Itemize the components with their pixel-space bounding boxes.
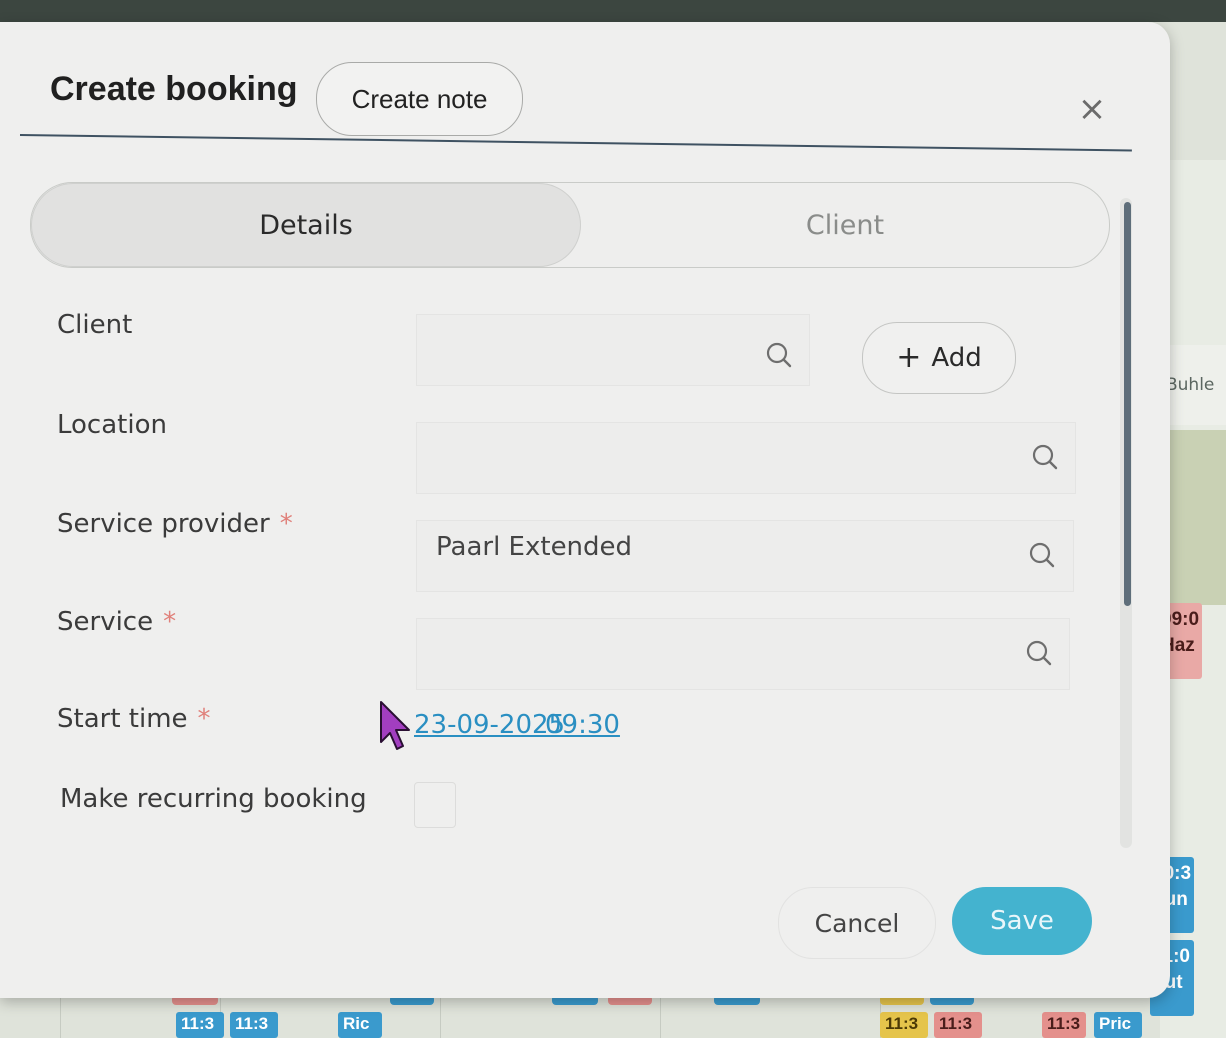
calendar-appointment-chip[interactable]: 11:3 (934, 1012, 982, 1038)
search-icon[interactable] (1024, 638, 1054, 668)
create-note-button[interactable]: Create note (316, 62, 523, 136)
search-icon[interactable] (1027, 540, 1057, 570)
search-icon[interactable] (1030, 442, 1060, 472)
service-label: Service * (57, 607, 176, 637)
create-booking-dialog: Create booking Create note × Details Cli… (0, 22, 1170, 998)
close-icon[interactable]: × (1075, 92, 1109, 126)
calendar-appointment-chip[interactable]: Ric (338, 1012, 382, 1038)
tab-details[interactable]: Details (31, 183, 581, 267)
required-mark: * (197, 704, 211, 734)
required-mark: * (279, 509, 293, 539)
start-time-link[interactable]: 09:30 (545, 710, 620, 740)
start-time-label-text: Start time (57, 704, 188, 734)
calendar-appointment-chip[interactable]: 11:3 (880, 1012, 928, 1038)
service-provider-value: Paarl Extended (436, 532, 633, 562)
required-mark: * (163, 607, 177, 637)
client-label: Client (57, 310, 133, 340)
location-search-input[interactable] (416, 422, 1076, 494)
calendar-appointment-chip[interactable]: 11:3 (230, 1012, 278, 1038)
recurring-booking-checkbox[interactable] (414, 782, 456, 828)
service-provider-label-text: Service provider (57, 509, 270, 539)
calendar-appointment-chip[interactable]: 11:3 (1042, 1012, 1086, 1038)
service-label-text: Service (57, 607, 154, 637)
recurring-booking-label: Make recurring booking (60, 784, 367, 814)
header-divider (19, 134, 1132, 152)
mouse-cursor-icon (380, 701, 410, 750)
dialog-title: Create booking (50, 70, 298, 108)
calendar-topbar (0, 0, 1226, 22)
start-time-label: Start time * (57, 704, 211, 734)
scrollbar-thumb[interactable] (1124, 202, 1131, 606)
calendar-appointment-chip[interactable]: Pric (1094, 1012, 1142, 1038)
calendar-appointment-chip[interactable]: 11:3 (176, 1012, 224, 1038)
service-provider-label: Service provider * (57, 509, 293, 539)
location-label: Location (57, 410, 167, 440)
tab-bar: Details Client (30, 182, 1110, 268)
tab-client[interactable]: Client (581, 183, 1109, 267)
save-button[interactable]: Save (952, 887, 1092, 955)
search-icon[interactable] (764, 340, 794, 370)
client-search-input[interactable] (416, 314, 810, 386)
start-date-link[interactable]: 23-09-2025 (414, 710, 565, 740)
cancel-button[interactable]: Cancel (778, 887, 936, 959)
add-client-button[interactable]: + Add (862, 322, 1016, 394)
service-search-input[interactable] (416, 618, 1070, 690)
add-client-label: Add (931, 343, 982, 373)
plus-icon: + (896, 340, 922, 375)
